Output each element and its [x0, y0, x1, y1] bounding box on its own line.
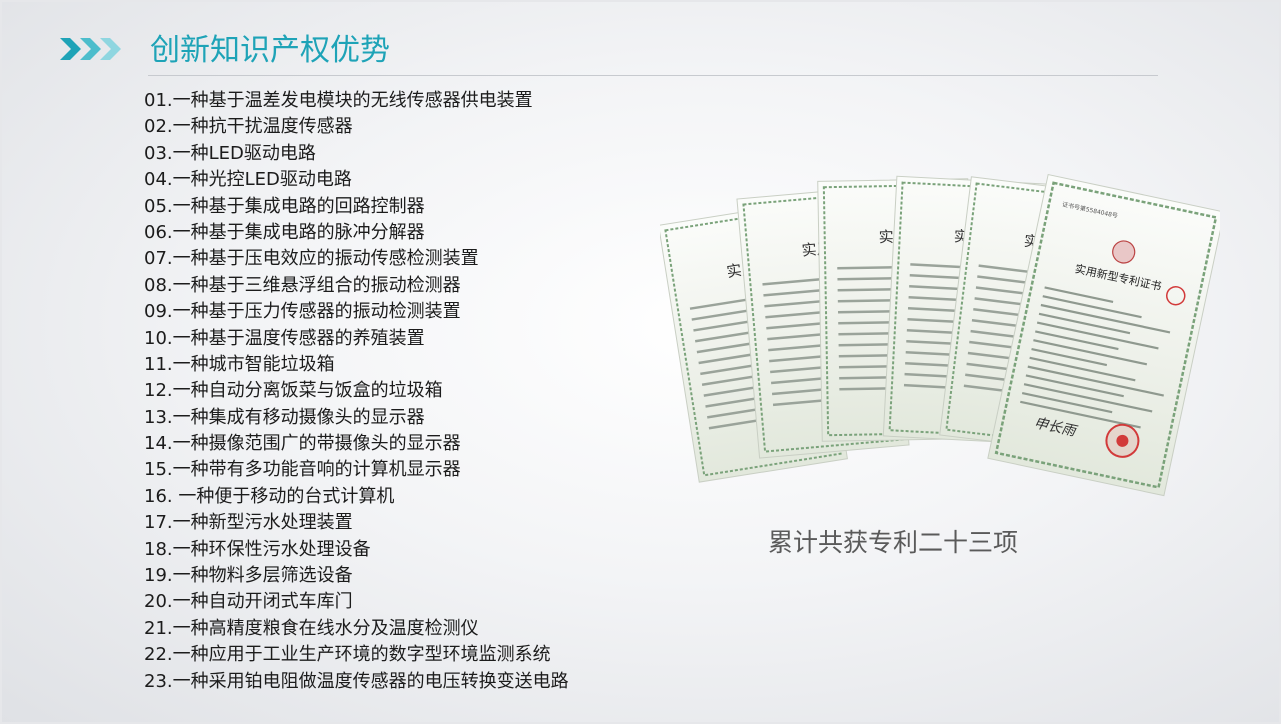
patent-item: 17.一种新型污水处理装置	[144, 512, 353, 534]
patent-item: 01.一种基于温差发电模块的无线传感器供电装置	[144, 90, 533, 111]
patent-list: 01.一种基于温差发电模块的无线传感器供电装置 02.一种抗干扰温度传感器 03.一…	[144, 88, 569, 695]
patent-item: 02.一种抗干扰温度传感器	[144, 116, 353, 138]
patent-item: 22.一种应用于工业生产环境的数字型环境监测系统	[144, 644, 551, 666]
patent-item: 10.一种基于温度传感器的养殖装置	[144, 327, 425, 349]
patent-item: 18.一种环保性污水处理设备	[144, 538, 371, 560]
patent-total-caption: 累计共获专利二十三项	[768, 528, 1019, 557]
triple-chevron-right-icon	[60, 38, 121, 60]
title-divider	[148, 75, 1158, 76]
patent-certificates-image: 实用实用实用实用实用证书号第5584048号实用新型专利证书申长雨	[660, 173, 1220, 497]
patent-item: 14.一种摄像范围广的带摄像头的显示器	[144, 433, 461, 455]
patent-item: 19.一种物料多层筛选设备	[144, 565, 353, 587]
patent-item: 11.一种城市智能垃圾箱	[144, 353, 335, 375]
patent-item: 12.一种自动分离饭菜与饭盒的垃圾箱	[144, 380, 443, 402]
patent-item: 09.一种基于压力传感器的振动检测装置	[144, 301, 461, 323]
patent-item: 21.一种高精度粮食在线水分及温度检测仪	[144, 617, 479, 639]
patent-item: 07.一种基于压电效应的振动传感检测装置	[144, 248, 479, 270]
patent-item: 20.一种自动开闭式车库门	[144, 591, 353, 613]
patent-item: 23.一种采用铂电阻做温度传感器的电压转换变送电路	[144, 670, 569, 692]
patent-item: 03.一种LED驱动电路	[144, 142, 316, 164]
patent-item: 05.一种基于集成电路的回路控制器	[144, 195, 425, 217]
page-title: 创新知识产权优势	[150, 33, 390, 68]
patent-item: 13.一种集成有移动摄像头的显示器	[144, 406, 425, 428]
patent-item: 15.一种带有多功能音响的计算机显示器	[144, 459, 461, 481]
patent-item: 06.一种基于集成电路的脉冲分解器	[144, 221, 425, 243]
patent-item: 08.一种基于三维悬浮组合的振动检测器	[144, 274, 461, 296]
patent-item: 16. 一种便于移动的台式计算机	[144, 485, 395, 507]
patent-item: 04.一种光控LED驱动电路	[144, 169, 352, 191]
